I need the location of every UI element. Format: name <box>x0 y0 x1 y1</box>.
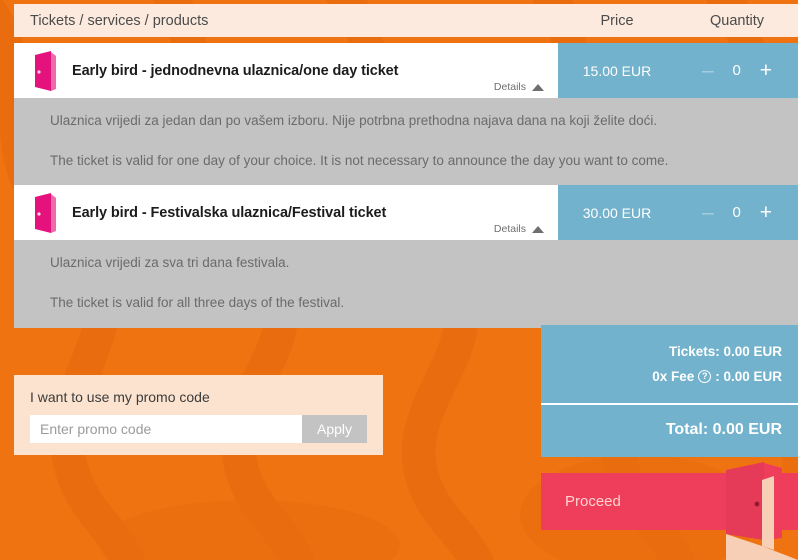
summary-total: Total: 0.00 EUR <box>665 421 782 438</box>
promo-code-input[interactable] <box>30 415 302 443</box>
door-icon <box>35 192 56 233</box>
ticket-price: 30.00 EUR <box>582 204 652 221</box>
summary-fee-line: 0x Fee ? : 0.00 EUR <box>541 364 782 389</box>
cart-page: Tickets / services / products Price Quan… <box>0 0 798 560</box>
caret-up-icon <box>532 83 544 91</box>
caret-up-icon <box>532 225 544 233</box>
order-summary: Tickets: 0.00 EUR 0x Fee ? : 0.00 EUR To… <box>541 325 798 457</box>
list-header: Tickets / services / products Price Quan… <box>14 4 798 37</box>
description-hr: Ulaznica vrijedi za jedan dan po vašem i… <box>50 113 658 128</box>
ticket-item-controls: 30.00 EUR – 0 + <box>558 185 798 240</box>
quantity-stepper: – 0 + <box>676 60 798 81</box>
ticket-item-row: Early bird - jednodnevna ulaznica/one da… <box>14 43 798 98</box>
details-label: Details <box>493 81 526 93</box>
promo-code-box: I want to use my promo code Apply <box>14 375 383 455</box>
ticket-item-info: Early bird - Festivalska ulaznica/Festiv… <box>14 185 558 240</box>
ticket-item-name: Early bird - Festivalska ulaznica/Festiv… <box>72 204 387 221</box>
description-en: The ticket is valid for all three days o… <box>50 295 345 311</box>
quantity-decrement-button[interactable]: – <box>702 60 714 81</box>
ticket-item-card: Early bird - jednodnevna ulaznica/one da… <box>14 43 798 187</box>
summary-fee-prefix: 0x Fee <box>652 369 695 384</box>
ticket-item-description: Ulaznica vrijedi za sva tri dana festiva… <box>14 240 798 329</box>
description-en: The ticket is valid for one day of your … <box>50 153 669 169</box>
summary-tickets-text: Tickets: 0.00 EUR <box>668 344 782 359</box>
promo-code-label: I want to use my promo code <box>30 389 210 405</box>
column-header-title: Tickets / services / products <box>30 12 209 29</box>
description-hr: Ulaznica vrijedi za sva tri dana festiva… <box>50 255 290 270</box>
details-toggle[interactable]: Details <box>494 223 544 235</box>
ticket-item-info: Early bird - jednodnevna ulaznica/one da… <box>14 43 558 98</box>
details-toggle[interactable]: Details <box>494 81 544 93</box>
column-header-quantity: Quantity <box>710 12 764 29</box>
door-icon <box>35 50 56 91</box>
ticket-item-row: Early bird - Festivalska ulaznica/Festiv… <box>14 185 798 240</box>
quantity-stepper: – 0 + <box>676 202 798 223</box>
apply-promo-button[interactable]: Apply <box>302 415 367 443</box>
promo-code-row: Apply <box>30 415 367 443</box>
summary-tickets-line: Tickets: 0.00 EUR <box>541 339 782 364</box>
proceed-button[interactable]: Proceed <box>541 473 798 530</box>
quantity-value[interactable]: 0 <box>732 62 742 79</box>
ticket-item-name: Early bird - jednodnevna ulaznica/one da… <box>72 62 399 79</box>
ticket-price: 15.00 EUR <box>582 62 652 79</box>
quantity-value[interactable]: 0 <box>732 204 742 221</box>
details-label: Details <box>493 223 526 235</box>
help-icon[interactable]: ? <box>698 370 712 383</box>
summary-fee-suffix: : 0.00 EUR <box>715 369 782 384</box>
ticket-item-card: Early bird - Festivalska ulaznica/Festiv… <box>14 185 798 329</box>
quantity-increment-button[interactable]: + <box>760 60 772 81</box>
quantity-decrement-button[interactable]: – <box>702 202 714 223</box>
column-header-price: Price <box>600 12 634 29</box>
summary-lines: Tickets: 0.00 EUR 0x Fee ? : 0.00 EUR <box>541 325 798 403</box>
quantity-increment-button[interactable]: + <box>760 202 772 223</box>
ticket-item-controls: 15.00 EUR – 0 + <box>558 43 798 98</box>
ticket-item-description: Ulaznica vrijedi za jedan dan po vašem i… <box>14 98 798 187</box>
